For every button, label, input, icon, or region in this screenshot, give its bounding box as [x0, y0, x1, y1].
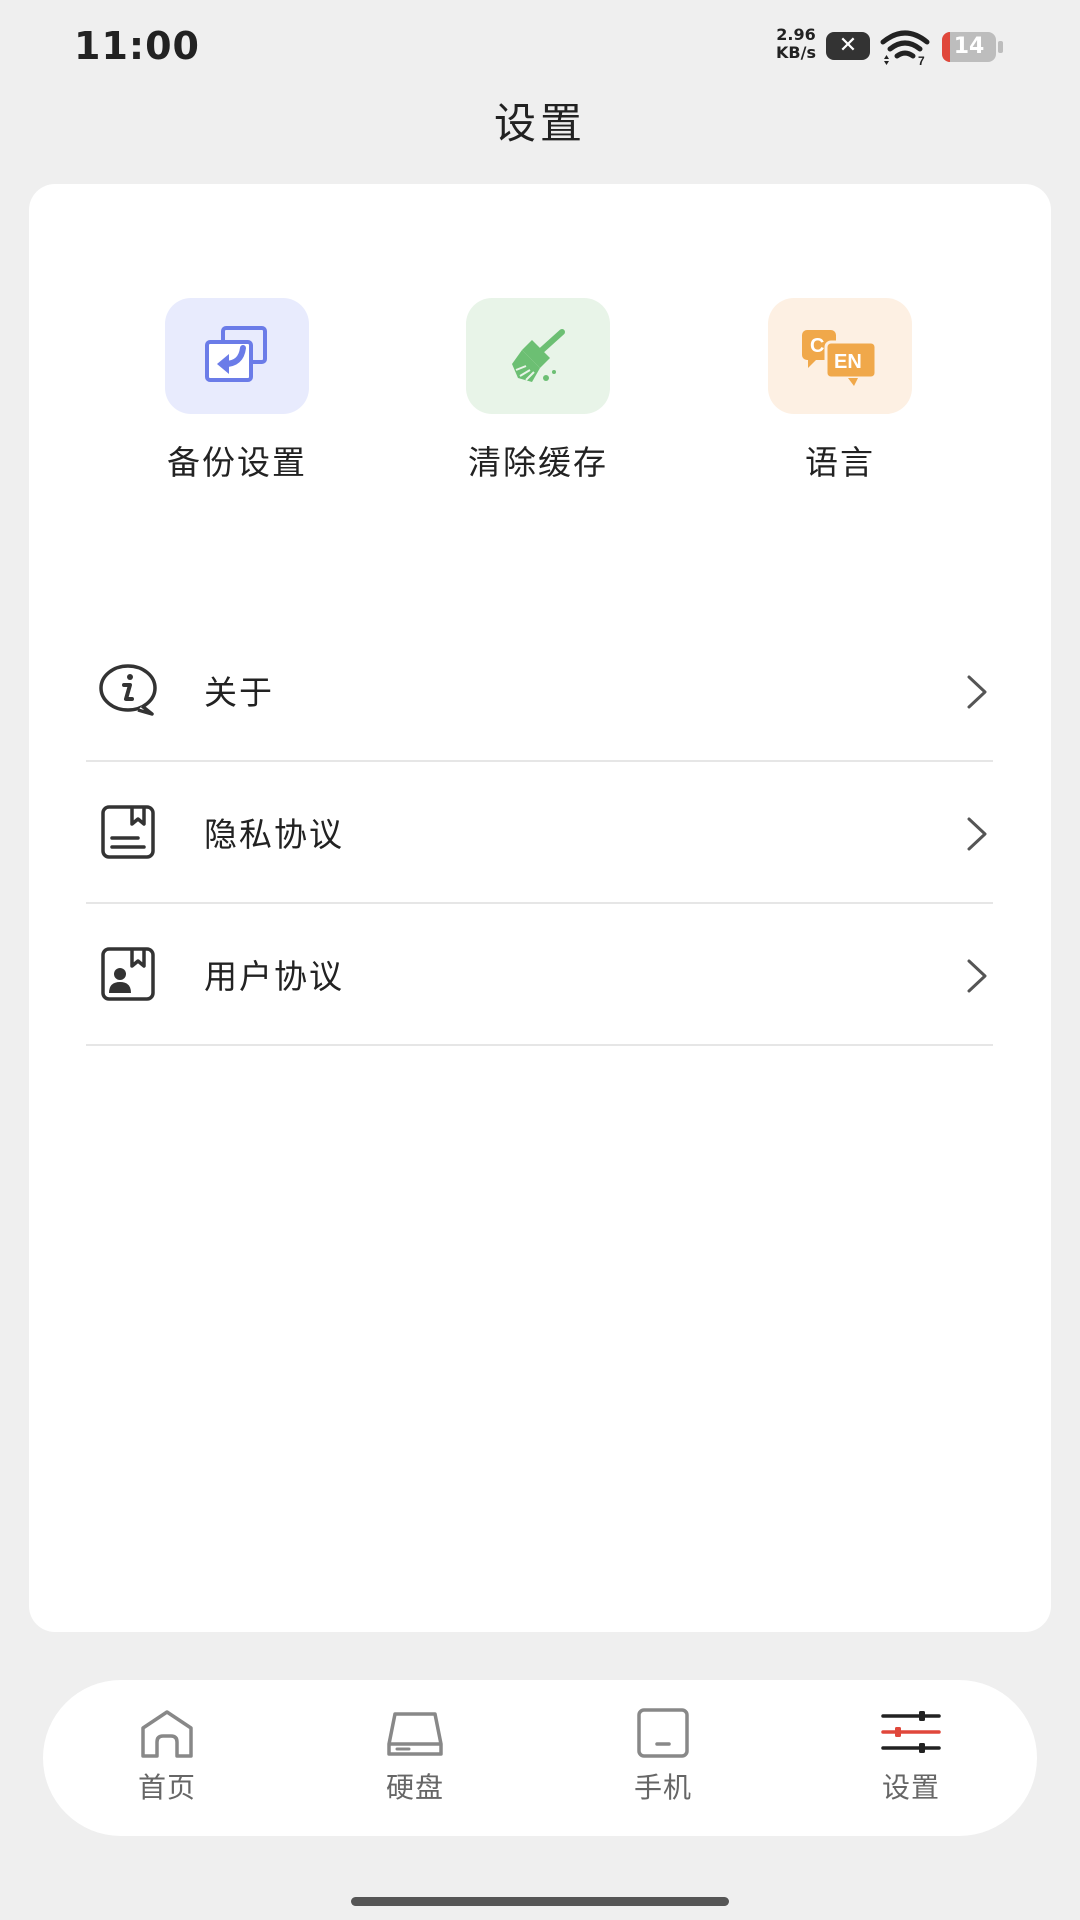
- settings-sliders-icon: [881, 1711, 941, 1753]
- battery-level: 14: [953, 34, 985, 59]
- menu-item-label: 关于: [204, 673, 274, 712]
- chevron-right-icon: [967, 675, 987, 709]
- user-agreement-icon: [101, 947, 155, 1001]
- status-time: 11:00: [74, 24, 200, 68]
- page-title: 设置: [493, 99, 586, 148]
- language-tile: C EN: [768, 298, 912, 414]
- home-icon: [141, 1710, 193, 1758]
- language-icon-c: C: [810, 335, 824, 357]
- nav-tab-home[interactable]: 首页: [107, 1708, 227, 1806]
- broom-icon: [512, 329, 565, 382]
- nav-label: 首页: [137, 1771, 196, 1804]
- hard-drive-icon: [387, 1712, 443, 1756]
- language-icon: C EN: [802, 330, 878, 386]
- menu-item-label: 用户协议: [204, 957, 344, 996]
- network-speed-unit: KB/s: [776, 43, 816, 62]
- wifi-icon: 7: [880, 30, 930, 66]
- notification-badge-icon: ✕: [826, 32, 870, 60]
- info-icon: [99, 664, 157, 716]
- clear-cache-button[interactable]: 清除缓存: [438, 298, 638, 484]
- nav-label: 硬盘: [385, 1771, 444, 1804]
- backup-icon: [205, 326, 267, 382]
- phone-icon: [637, 1708, 689, 1758]
- backup-settings-label: 备份设置: [167, 443, 307, 482]
- language-button[interactable]: C EN 语言: [740, 298, 940, 484]
- nav-tab-settings[interactable]: 设置: [851, 1708, 971, 1806]
- menu-item-label: 隐私协议: [204, 815, 344, 854]
- network-speed: 2.96 KB/s: [766, 26, 826, 62]
- chevron-right-icon: [967, 817, 987, 851]
- network-speed-value: 2.96: [776, 25, 816, 44]
- nav-label: 设置: [881, 1771, 940, 1804]
- nav-tab-phone[interactable]: 手机: [603, 1708, 723, 1806]
- bottom-navigation: 首页 硬盘 手机 设置: [43, 1680, 1037, 1836]
- status-bar: 11:00 2.96 KB/s ✕ 7 14: [0, 0, 1080, 96]
- backup-settings-button[interactable]: 备份设置: [137, 298, 337, 484]
- menu-item-privacy-policy[interactable]: 隐私协议: [86, 762, 993, 904]
- home-indicator[interactable]: [351, 1897, 729, 1906]
- wifi-label: 7: [918, 54, 925, 66]
- nav-tab-hard-drive[interactable]: 硬盘: [355, 1708, 475, 1806]
- clear-cache-label: 清除缓存: [468, 443, 608, 482]
- chevron-right-icon: [967, 959, 987, 993]
- settings-menu-list: 关于 隐私协议 用户协议: [86, 620, 993, 1046]
- backup-tile: [165, 298, 309, 414]
- menu-item-user-agreement[interactable]: 用户协议: [86, 904, 993, 1046]
- language-label: 语言: [805, 443, 875, 482]
- settings-card: 备份设置 清除缓存 C EN 语言 关于 隐私协议 用户协议: [29, 184, 1051, 1632]
- privacy-document-icon: [101, 805, 155, 859]
- clear-cache-tile: [466, 298, 610, 414]
- nav-label: 手机: [633, 1771, 692, 1804]
- battery-icon: 14: [942, 32, 1004, 62]
- language-icon-en: EN: [834, 351, 862, 373]
- menu-item-about[interactable]: 关于: [86, 620, 993, 762]
